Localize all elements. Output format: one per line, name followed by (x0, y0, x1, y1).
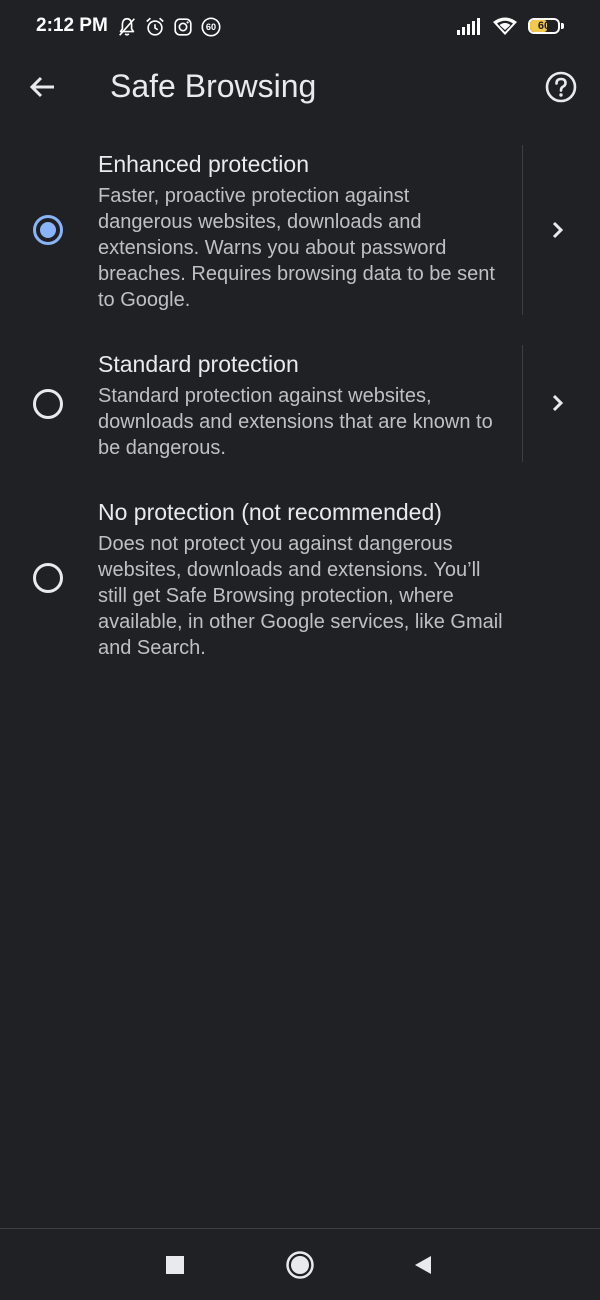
home-button[interactable] (280, 1245, 320, 1285)
status-notification-icons: 60 (116, 16, 222, 38)
battery-level-text: 60 (537, 20, 551, 32)
help-circle-icon (545, 71, 577, 103)
radio-standard-protection[interactable] (33, 389, 63, 419)
page-title: Safe Browsing (110, 68, 317, 104)
help-button[interactable] (538, 64, 584, 110)
option-no-protection-text: No protection (not recommended) Does not… (98, 497, 508, 661)
back-button[interactable] (20, 64, 66, 110)
nav-back-button[interactable] (403, 1245, 443, 1285)
system-nav-bar (0, 1229, 600, 1300)
radio-no-protection[interactable] (33, 563, 63, 593)
option-description: Standard protection against websites, do… (98, 385, 493, 459)
wifi-icon (493, 17, 517, 35)
chevron-right-icon (552, 221, 564, 239)
alarm-icon (146, 17, 164, 36)
recents-square-icon (166, 1256, 184, 1274)
arrow-left-icon (29, 76, 54, 98)
radio-enhanced-protection[interactable] (33, 215, 63, 245)
option-description: Does not protect you against dangerous w… (98, 533, 503, 659)
option-title: Standard protection (98, 351, 299, 377)
option-title: No protection (not recommended) (98, 499, 442, 525)
option-enhanced-text: Enhanced protection Faster, proactive pr… (98, 149, 508, 313)
back-triangle-icon (415, 1256, 431, 1274)
option-standard-protection[interactable]: Standard protection Standard protection … (0, 345, 600, 462)
instagram-icon (174, 18, 192, 36)
recents-button[interactable] (155, 1245, 195, 1285)
option-description: Faster, proactive protection against dan… (98, 185, 495, 311)
bell-off-icon (119, 17, 135, 36)
home-circle-icon (286, 1251, 314, 1279)
option-title: Enhanced protection (98, 151, 309, 177)
divider (522, 145, 523, 315)
option-standard-text: Standard protection Standard protection … (98, 349, 508, 461)
notification-60-icon: 60 (201, 17, 221, 37)
notification-badge-text: 60 (206, 22, 216, 32)
option-enhanced-protection[interactable]: Enhanced protection Faster, proactive pr… (0, 145, 600, 315)
signal-icon (457, 18, 480, 35)
option-no-protection[interactable]: No protection (not recommended) Does not… (0, 493, 600, 663)
status-time: 2:12 PM (36, 15, 108, 36)
chevron-right-icon (552, 394, 564, 412)
divider (522, 345, 523, 462)
app-bar: Safe Browsing (0, 56, 600, 120)
standard-details-button[interactable] (538, 383, 578, 423)
status-system-icons: 60 (456, 16, 564, 36)
enhanced-details-button[interactable] (538, 210, 578, 250)
battery-icon: 60 (528, 17, 564, 35)
status-bar: 2:12 PM 60 60 (0, 0, 600, 56)
